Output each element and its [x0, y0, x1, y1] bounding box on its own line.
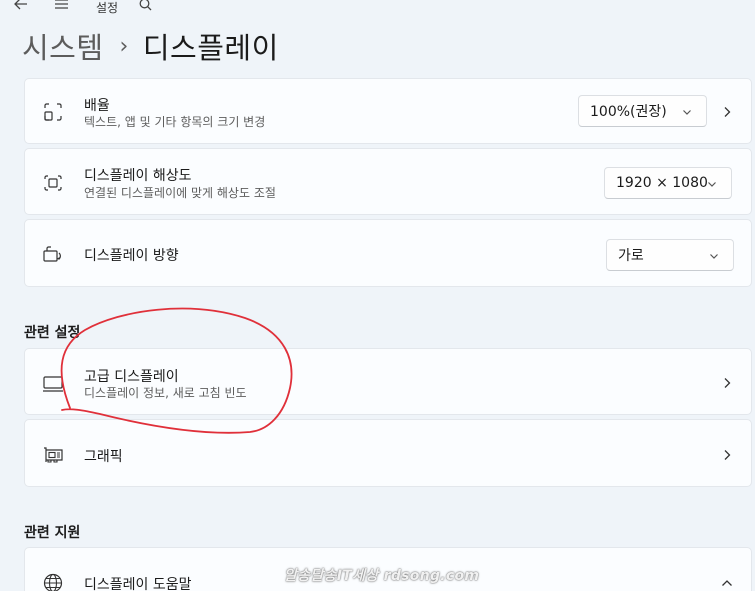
orientation-icon — [42, 243, 64, 265]
chevron-up-icon[interactable] — [721, 577, 733, 589]
app-title: 설정 — [96, 1, 119, 15]
resolution-dropdown[interactable]: 1920 × 1080 — [604, 167, 732, 199]
title-bar: 설정 — [0, 0, 755, 16]
breadcrumb: 시스템 › 디스플레이 — [22, 25, 279, 67]
scale-value: 100%(권장) — [590, 104, 667, 120]
search-icon[interactable] — [139, 0, 152, 11]
resolution-setting[interactable]: 디스플레이 해상도 연결된 디스플레이에 맞게 해상도 조절 1920 × 10… — [24, 148, 752, 215]
back-arrow-icon[interactable] — [14, 0, 28, 10]
breadcrumb-parent[interactable]: 시스템 — [22, 25, 104, 67]
advanced-display-label: 고급 디스플레이 — [84, 369, 179, 385]
scale-dropdown[interactable]: 100%(권장) — [578, 95, 707, 127]
scale-description: 텍스트, 앱 및 기타 항목의 크기 변경 — [84, 115, 266, 129]
chevron-right-icon[interactable] — [721, 106, 733, 118]
orientation-label: 디스플레이 방향 — [84, 248, 179, 264]
chevron-right-icon[interactable] — [721, 377, 733, 389]
orientation-value: 가로 — [618, 248, 644, 264]
resolution-description: 연결된 디스플레이에 맞게 해상도 조절 — [84, 186, 276, 200]
watermark: 알송달송IT세상 rdsong.com — [284, 568, 480, 584]
related-support-heading: 관련 지원 — [24, 525, 81, 541]
graphics-setting[interactable]: 그래픽 — [24, 419, 752, 487]
resolution-label: 디스플레이 해상도 — [84, 168, 192, 184]
resolution-icon — [42, 172, 64, 194]
scale-icon — [42, 101, 64, 123]
related-settings-heading: 관련 설정 — [24, 325, 81, 341]
orientation-setting[interactable]: 디스플레이 방향 가로 — [24, 219, 752, 287]
scale-label: 배율 — [84, 98, 110, 114]
page-title: 디스플레이 — [142, 31, 279, 65]
display-help-label: 디스플레이 도움말 — [84, 577, 192, 591]
chevron-down-icon — [707, 179, 717, 189]
menu-icon[interactable] — [54, 0, 69, 10]
chevron-down-icon — [709, 251, 719, 261]
advanced-display-description: 디스플레이 정보, 새로 고침 빈도 — [84, 386, 247, 400]
scale-setting[interactable]: 배율 텍스트, 앱 및 기타 항목의 크기 변경 100%(권장) — [24, 78, 752, 144]
advanced-display-setting[interactable]: 고급 디스플레이 디스플레이 정보, 새로 고침 빈도 — [24, 348, 752, 415]
breadcrumb-separator: › — [119, 33, 129, 59]
chevron-down-icon — [682, 107, 692, 117]
globe-icon — [42, 572, 64, 591]
resolution-value: 1920 × 1080 — [616, 175, 708, 191]
graphics-card-icon — [42, 444, 64, 466]
orientation-dropdown[interactable]: 가로 — [606, 239, 734, 271]
graphics-label: 그래픽 — [84, 449, 123, 465]
monitor-icon — [42, 373, 64, 395]
chevron-right-icon[interactable] — [721, 449, 733, 461]
